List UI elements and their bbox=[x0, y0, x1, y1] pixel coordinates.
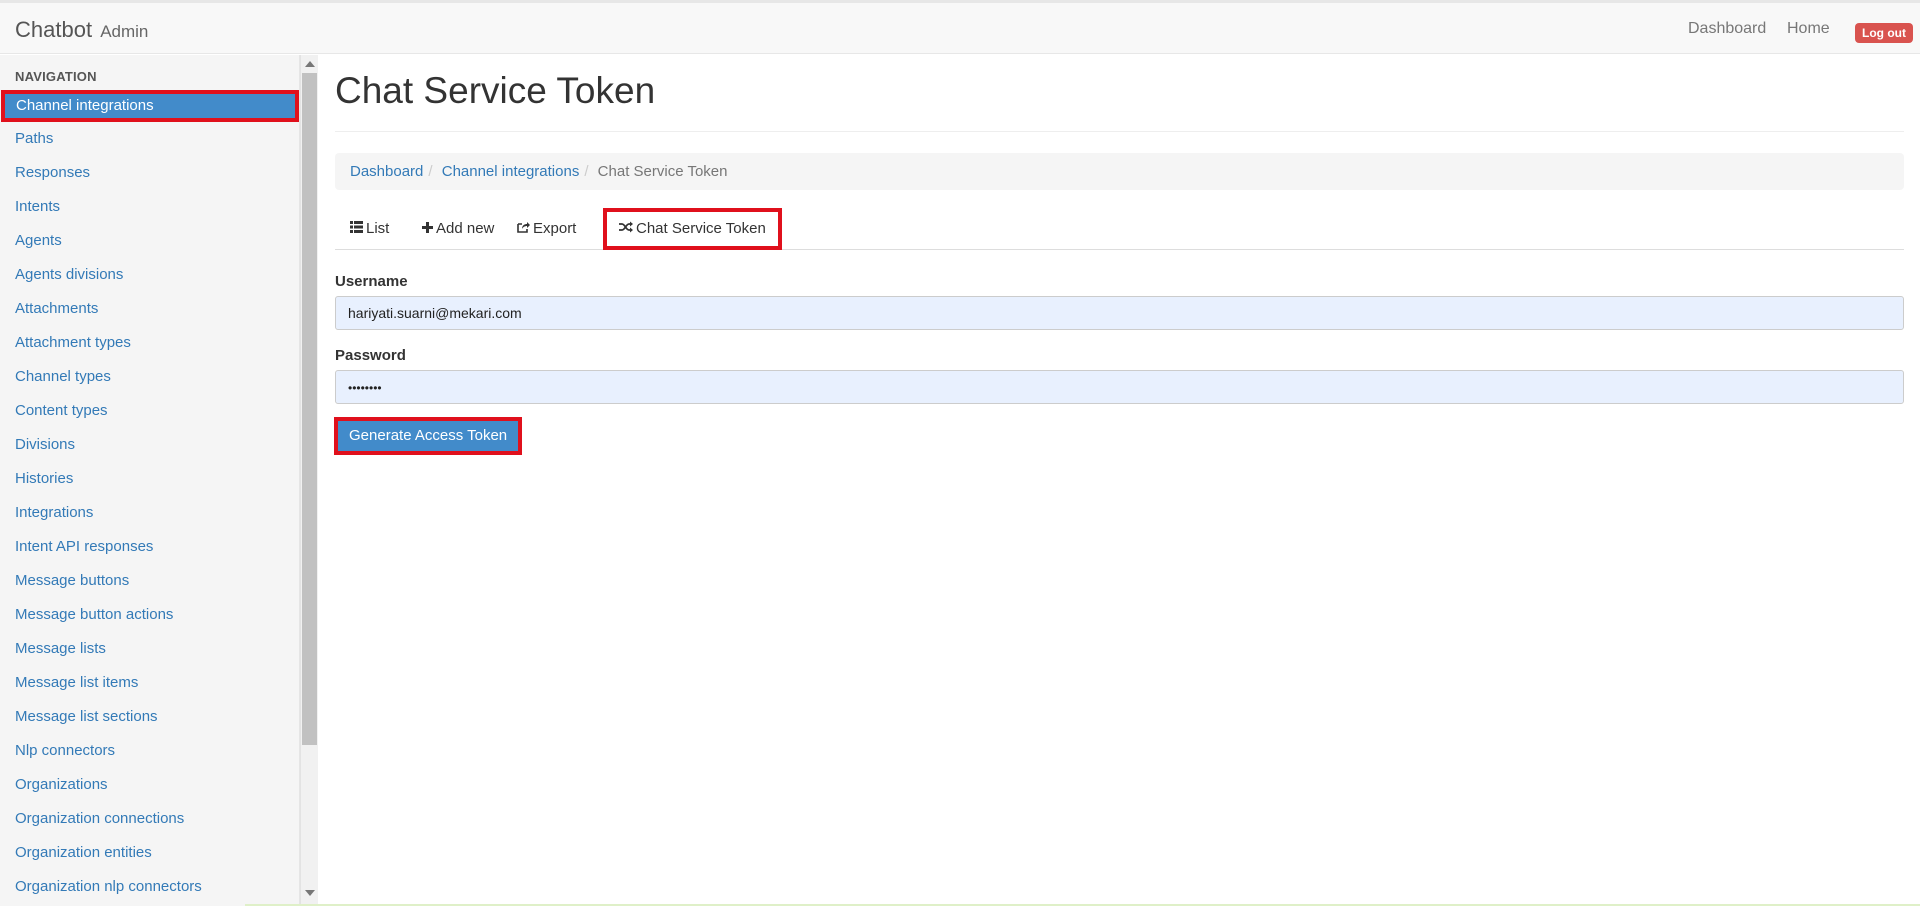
sidebar-item-intents[interactable]: Intents bbox=[0, 190, 299, 224]
sidebar-item-organization-nlp-connectors[interactable]: Organization nlp connectors bbox=[0, 870, 299, 904]
sidebar-item-organization-entities[interactable]: Organization entities bbox=[0, 836, 299, 870]
sidebar-item-agents[interactable]: Agents bbox=[0, 224, 299, 258]
breadcrumb: Dashboard / Channel integrations / Chat Se… bbox=[335, 153, 1904, 190]
sidebar-item-paths[interactable]: Paths bbox=[0, 122, 299, 156]
sidebar-item-organizations[interactable]: Organizations bbox=[0, 768, 299, 802]
tab-list-label: List bbox=[366, 220, 390, 237]
sidebar-item-message-buttons[interactable]: Message buttons bbox=[0, 564, 299, 598]
password-label: Password bbox=[335, 347, 406, 364]
sidebar-item-content-types[interactable]: Content types bbox=[0, 394, 299, 428]
username-label: Username bbox=[335, 273, 408, 290]
sidebar-item-nlp-connectors[interactable]: Nlp connectors bbox=[0, 734, 299, 768]
brand[interactable]: Chatbot Admin bbox=[15, 17, 148, 43]
breadcrumb-separator: / bbox=[584, 163, 589, 180]
breadcrumb-channel-integrations[interactable]: Channel integrations bbox=[442, 163, 580, 180]
random-icon bbox=[619, 212, 633, 246]
sidebar-item-agents-divisions[interactable]: Agents divisions bbox=[0, 258, 299, 292]
sidebar-item-channel-integrations[interactable]: Channel integrations bbox=[1, 90, 299, 122]
sidebar-scrollbar[interactable] bbox=[300, 55, 318, 906]
sidebar-item-intent-api-responses[interactable]: Intent API responses bbox=[0, 530, 299, 564]
sidebar: NAVIGATION Channel integrations Paths Re… bbox=[0, 55, 300, 906]
sidebar-item-integrations[interactable]: Integrations bbox=[0, 496, 299, 530]
sidebar-list: Channel integrations Paths Responses Int… bbox=[0, 90, 299, 904]
logout-button[interactable]: Log out bbox=[1855, 23, 1913, 43]
tab-chat-service-token[interactable]: Chat Service Token bbox=[603, 208, 782, 250]
brand-subtitle: Admin bbox=[100, 22, 149, 41]
scroll-up-arrow-icon[interactable] bbox=[305, 61, 315, 67]
page-title: Chat Service Token bbox=[335, 70, 656, 111]
breadcrumb-current: Chat Service Token bbox=[597, 163, 728, 180]
main-content: Chat Service Token Dashboard / Channel in… bbox=[318, 55, 1920, 906]
action-tabs: List Add new Export Chat Service Token bbox=[335, 208, 1904, 250]
password-input[interactable]: •••••••• bbox=[335, 370, 1904, 404]
breadcrumb-dashboard[interactable]: Dashboard bbox=[350, 163, 423, 180]
sidebar-item-message-button-actions[interactable]: Message button actions bbox=[0, 598, 299, 632]
tab-export-label: Export bbox=[533, 220, 577, 237]
generate-access-token-button[interactable]: Generate Access Token bbox=[334, 417, 523, 455]
sidebar-header: NAVIGATION bbox=[15, 69, 97, 84]
sidebar-item-attachments[interactable]: Attachments bbox=[0, 292, 299, 326]
sidebar-item-responses[interactable]: Responses bbox=[0, 156, 299, 190]
nav-dashboard-link[interactable]: Dashboard bbox=[1688, 20, 1766, 38]
sidebar-item-message-list-items[interactable]: Message list items bbox=[0, 666, 299, 700]
sidebar-item-channel-types[interactable]: Channel types bbox=[0, 360, 299, 394]
title-divider bbox=[335, 131, 1904, 132]
list-icon bbox=[350, 208, 363, 250]
sidebar-item-message-list-sections[interactable]: Message list sections bbox=[0, 700, 299, 734]
tab-add-new-label: Add new bbox=[436, 220, 495, 237]
tab-chat-service-token-label: Chat Service Token bbox=[636, 220, 766, 237]
tab-export[interactable]: Export bbox=[502, 208, 591, 250]
top-navbar: Chatbot Admin Dashboard Home Log out bbox=[0, 0, 1920, 54]
tab-add-new[interactable]: Add new bbox=[407, 208, 509, 250]
sidebar-item-organization-connections[interactable]: Organization connections bbox=[0, 802, 299, 836]
breadcrumb-separator: / bbox=[428, 163, 433, 180]
password-value: •••••••• bbox=[348, 381, 382, 395]
scroll-down-arrow-icon[interactable] bbox=[305, 890, 315, 896]
scrollbar-thumb[interactable] bbox=[302, 73, 317, 745]
export-icon bbox=[517, 208, 530, 250]
brand-title: Chatbot bbox=[15, 17, 93, 42]
sidebar-item-divisions[interactable]: Divisions bbox=[0, 428, 299, 462]
username-input[interactable] bbox=[335, 296, 1904, 330]
sidebar-item-attachment-types[interactable]: Attachment types bbox=[0, 326, 299, 360]
sidebar-item-histories[interactable]: Histories bbox=[0, 462, 299, 496]
sidebar-item-message-lists[interactable]: Message lists bbox=[0, 632, 299, 666]
tab-list[interactable]: List bbox=[335, 208, 404, 250]
nav-home-link[interactable]: Home bbox=[1787, 20, 1830, 38]
plus-icon bbox=[422, 208, 433, 250]
